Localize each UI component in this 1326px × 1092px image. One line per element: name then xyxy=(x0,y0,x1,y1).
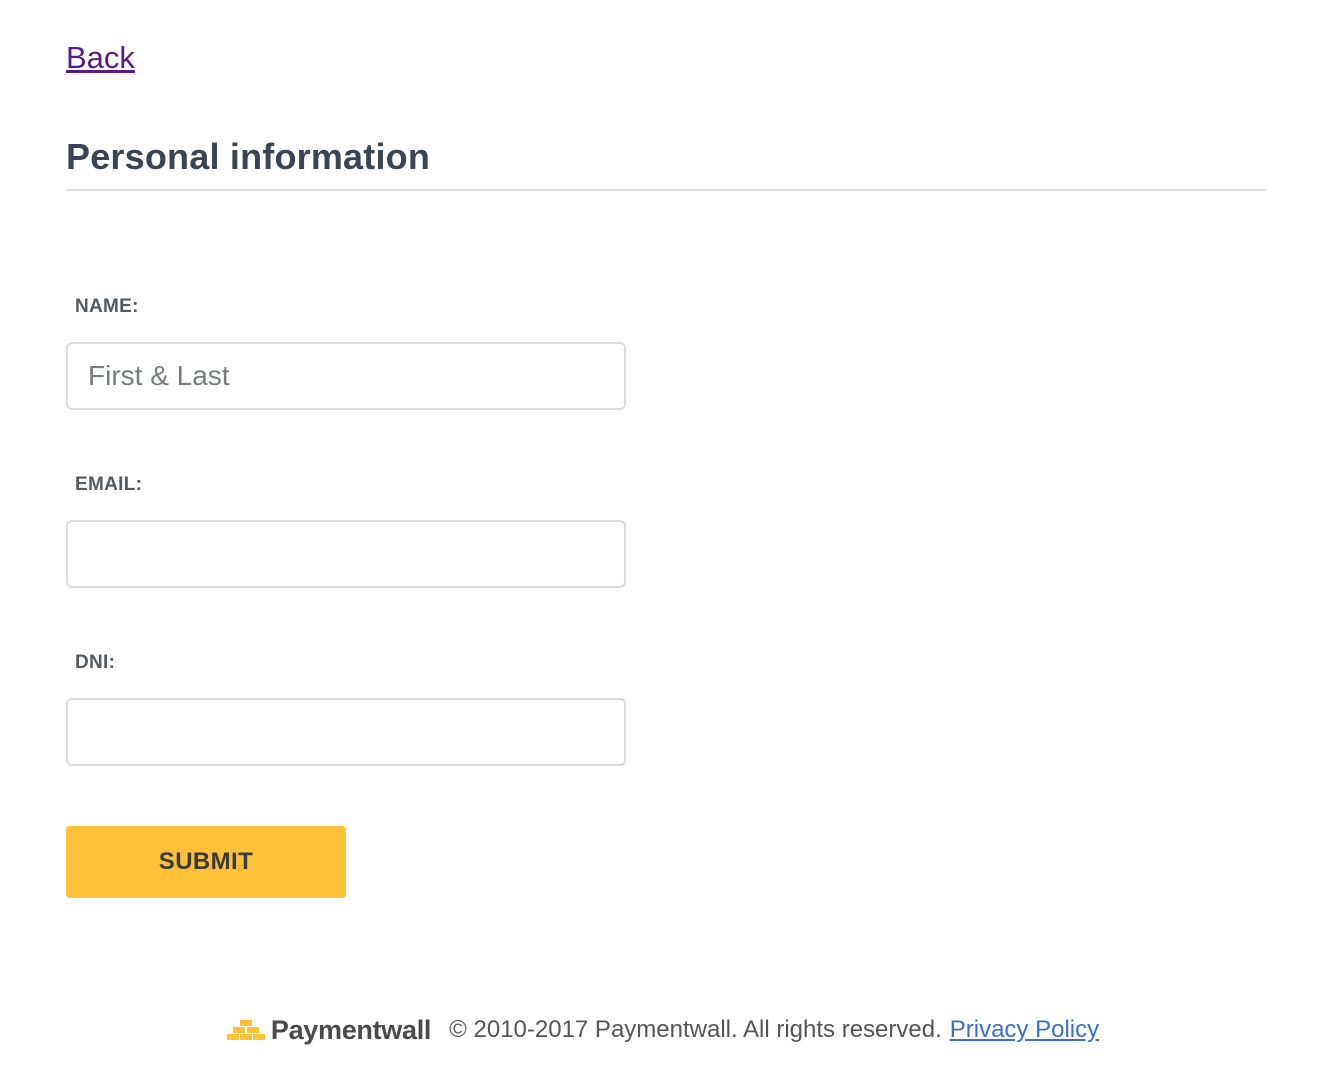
name-input[interactable] xyxy=(66,342,626,410)
dni-label: DNI: xyxy=(75,652,116,673)
email-label: EMAIL: xyxy=(75,474,143,495)
name-label: NAME: xyxy=(75,296,139,317)
submit-button[interactable]: SUBMIT xyxy=(66,826,346,898)
back-link[interactable]: Back xyxy=(66,40,135,76)
dni-input[interactable] xyxy=(66,698,626,766)
brand-name: Paymentwall xyxy=(270,1014,432,1045)
email-input[interactable] xyxy=(66,520,626,588)
brand: Paymentwall xyxy=(226,1014,432,1046)
page-title: Personal information xyxy=(66,136,431,177)
page: Back Personal information NAME: EMAIL: D… xyxy=(0,0,1326,1092)
privacy-policy-link[interactable]: Privacy Policy xyxy=(950,1016,1099,1044)
title-divider xyxy=(66,189,1266,191)
paymentwall-logo-icon xyxy=(226,1018,265,1042)
footer: Paymentwall © 2010-2017 Paymentwall. All… xyxy=(0,1010,1326,1050)
copyright-text: © 2010-2017 Paymentwall. All rights rese… xyxy=(449,1016,942,1043)
